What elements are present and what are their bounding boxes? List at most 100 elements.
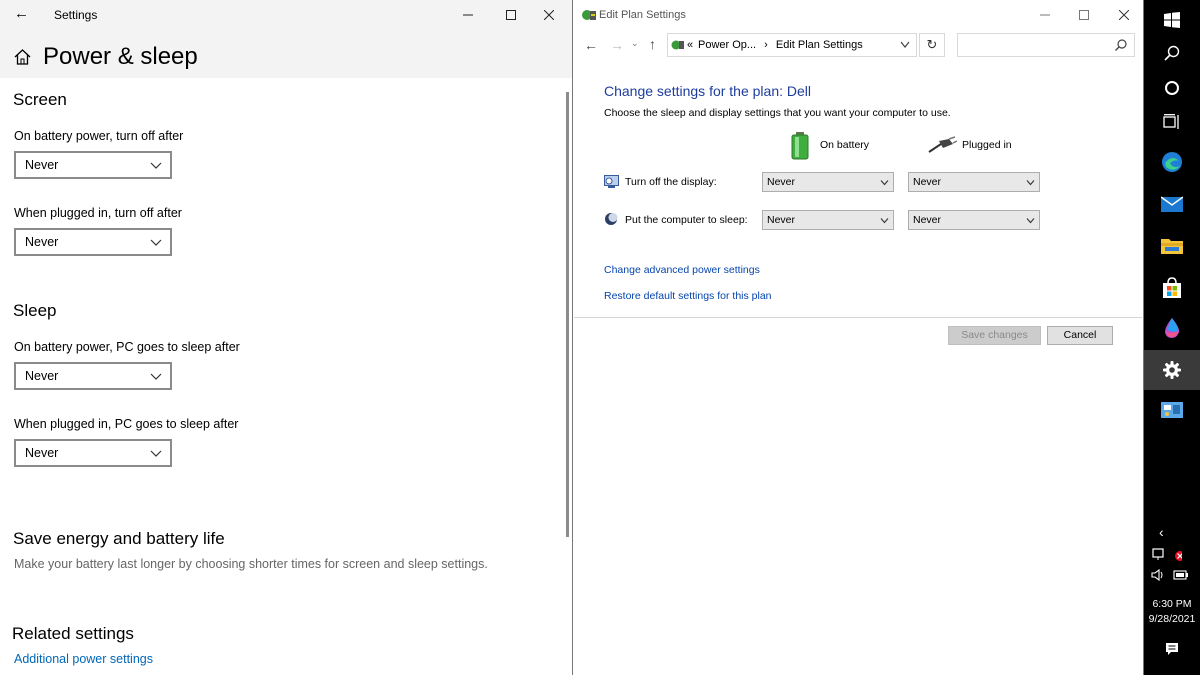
volume-icon[interactable] [1151, 569, 1167, 581]
sleep-battery-value: Never [25, 369, 59, 383]
cp-close-button[interactable] [1101, 0, 1147, 30]
display-label: Turn off the display: [625, 176, 717, 188]
close-button[interactable] [526, 0, 572, 30]
search-box[interactable] [957, 33, 1135, 57]
advanced-settings-link[interactable]: Change advanced power settings [604, 264, 760, 276]
up-arrow-icon[interactable]: ↑ [649, 36, 656, 52]
screen-battery-dropdown[interactable]: Never [14, 151, 172, 179]
sleep-label: Put the computer to sleep: [625, 214, 748, 226]
sleep-plugged-dropdown[interactable]: Never [14, 439, 172, 467]
maximize-icon [506, 10, 516, 20]
clock-time[interactable]: 6:30 PM [1144, 598, 1200, 610]
chevron-down-icon [1026, 180, 1035, 186]
cp-window-title: Edit Plan Settings [599, 9, 686, 21]
power-options-icon [671, 40, 684, 50]
settings-titlebar: ← Settings [0, 0, 572, 32]
sleep-plugged-label: When plugged in, PC goes to sleep after [14, 417, 239, 431]
screen-heading: Screen [13, 90, 67, 109]
battery-icon [791, 132, 809, 160]
close-icon [1119, 10, 1129, 20]
sleep-heading: Sleep [13, 301, 57, 320]
chevron-down-icon [1026, 218, 1035, 224]
save-changes-button[interactable]: Save changes [948, 326, 1041, 345]
settings-app-button[interactable] [1144, 350, 1200, 390]
taskbar: ‹ 6:30 PM 9/28/2021 [1144, 0, 1200, 675]
breadcrumb-current[interactable]: Edit Plan Settings [776, 39, 863, 51]
paint-app-button[interactable] [1144, 308, 1200, 348]
search-icon [1115, 39, 1127, 51]
sleep-battery-label: On battery power, PC goes to sleep after [14, 340, 240, 354]
minimize-button[interactable] [445, 0, 491, 30]
task-view-icon [1163, 114, 1179, 129]
sleep-plugged-dropdown[interactable]: Never [908, 210, 1040, 230]
moon-icon [605, 213, 618, 225]
show-hidden-icons-chevron-icon[interactable]: ‹ [1159, 524, 1164, 540]
display-plugged-dropdown[interactable]: Never [908, 172, 1040, 192]
task-view-button[interactable] [1144, 102, 1200, 142]
display-battery-value: Never [767, 176, 796, 188]
folder-icon [1161, 239, 1183, 254]
window-title: Settings [54, 8, 98, 22]
mail-button[interactable] [1144, 184, 1200, 224]
display-battery-dropdown[interactable]: Never [762, 172, 894, 192]
breadcrumb-separator: › [764, 39, 768, 51]
col-on-battery: On battery [820, 139, 870, 151]
control-panel-button[interactable] [1144, 390, 1200, 430]
screen-plugged-dropdown[interactable]: Never [14, 228, 172, 256]
edge-icon [1162, 152, 1182, 172]
home-icon[interactable] [14, 49, 31, 65]
clock-date[interactable]: 9/28/2021 [1144, 613, 1200, 625]
cancel-button[interactable]: Cancel [1047, 326, 1113, 345]
edge-button[interactable] [1144, 142, 1200, 182]
chevron-down-icon[interactable] [900, 41, 910, 49]
paint-drop-icon [1165, 318, 1180, 338]
gear-icon [1163, 361, 1181, 379]
power-options-icon [582, 10, 596, 20]
restore-defaults-link[interactable]: Restore default settings for this plan [604, 290, 772, 302]
back-arrow-icon[interactable]: ← [14, 5, 29, 22]
minimize-icon [1040, 14, 1050, 16]
plug-icon [928, 136, 957, 153]
display-icon [604, 175, 619, 188]
address-bar[interactable]: « Power Op... › Edit Plan Settings [667, 33, 917, 57]
chevron-down-icon [150, 373, 162, 380]
breadcrumb-parent[interactable]: Power Op... [698, 39, 756, 51]
search-button[interactable] [1144, 33, 1200, 73]
save-energy-description: Make your battery last longer by choosin… [14, 557, 488, 571]
notification-icon[interactable] [1165, 642, 1179, 656]
minimize-icon [463, 14, 473, 16]
screen-plugged-value: Never [25, 235, 59, 249]
control-panel-icon [1161, 402, 1183, 418]
breadcrumb-prefix: « [687, 39, 694, 51]
mail-icon [1161, 196, 1183, 212]
history-chevron-icon[interactable]: ⌄ [631, 38, 639, 49]
file-explorer-button[interactable] [1144, 226, 1200, 266]
sleep-battery-dropdown[interactable]: Never [762, 210, 894, 230]
chevron-down-icon [880, 180, 889, 186]
back-arrow-icon[interactable]: ← [584, 37, 598, 53]
additional-power-settings-link[interactable]: Additional power settings [14, 652, 153, 666]
network-disconnected-icon[interactable] [1152, 548, 1182, 562]
settings-scrollbar[interactable] [566, 92, 569, 537]
search-icon [1164, 45, 1180, 61]
close-icon [544, 10, 554, 20]
chevron-down-icon [150, 450, 162, 457]
screen-battery-value: Never [25, 158, 59, 172]
battery-charging-icon[interactable] [1173, 569, 1189, 581]
divider [574, 317, 1142, 318]
forward-arrow-icon[interactable]: → [610, 37, 624, 53]
store-button[interactable] [1144, 268, 1200, 308]
sleep-plugged-value: Never [25, 446, 59, 460]
settings-header: Power & sleep [0, 32, 572, 78]
screen-plugged-label: When plugged in, turn off after [14, 206, 182, 220]
col-plugged-in: Plugged in [962, 139, 1012, 151]
cortana-icon [1165, 81, 1179, 95]
edit-plan-window: Edit Plan Settings ← → ⌄ ↑ « Power Op...… [572, 0, 1144, 675]
settings-window: ← Settings Power & sleep Screen On batte… [0, 0, 572, 675]
cp-titlebar: Edit Plan Settings [573, 0, 1143, 30]
screen-battery-label: On battery power, turn off after [14, 129, 184, 143]
refresh-button[interactable]: ↻ [919, 33, 945, 57]
maximize-icon [1079, 10, 1089, 20]
sleep-battery-dropdown[interactable]: Never [14, 362, 172, 390]
chevron-down-icon [880, 218, 889, 224]
